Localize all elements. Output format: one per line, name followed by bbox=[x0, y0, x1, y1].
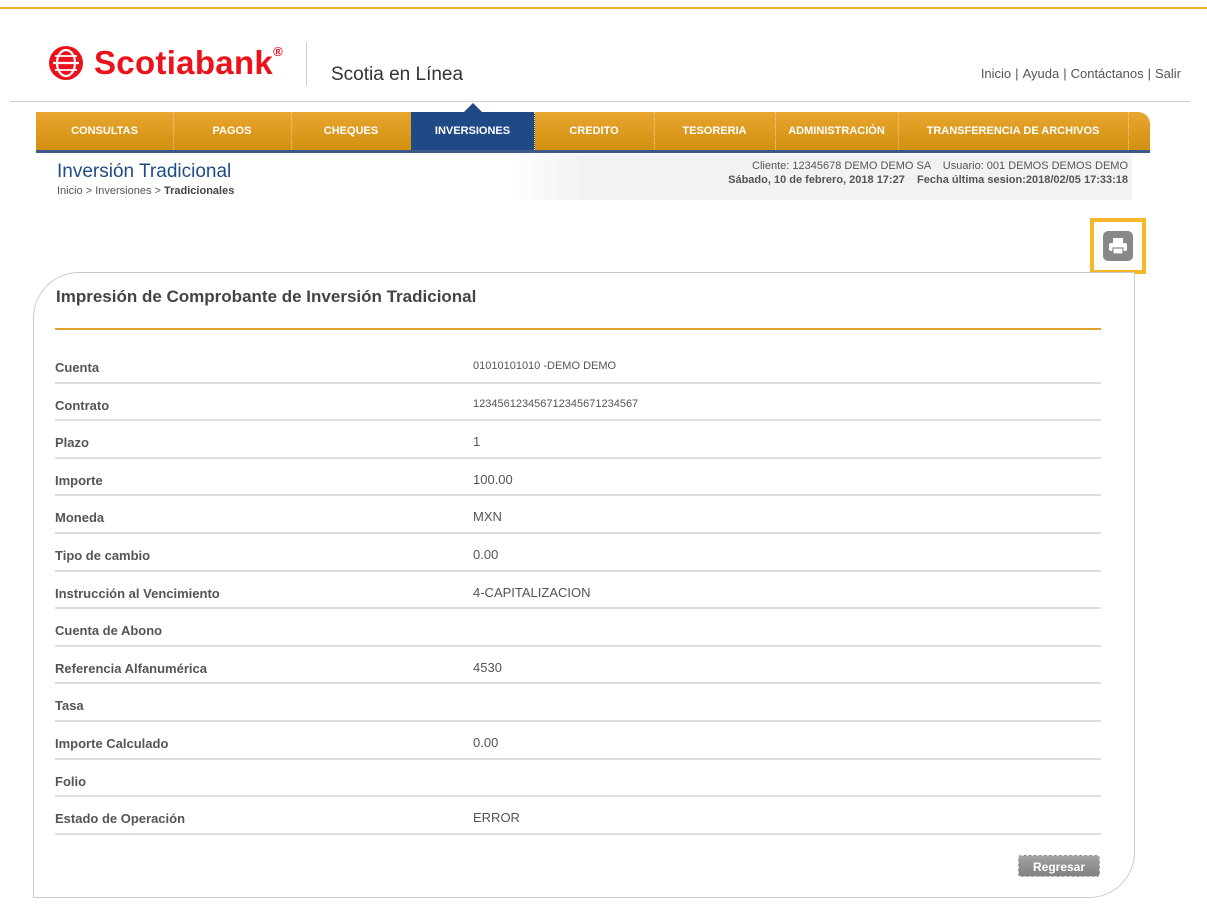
regresar-button[interactable]: Regresar bbox=[1018, 855, 1100, 877]
client-user-info: Cliente: 12345678 DEMO DEMO SA Usuario: … bbox=[752, 160, 1128, 172]
detail-value: 01010101010 -DEMO DEMO bbox=[473, 360, 617, 372]
detail-label: Instrucción al Vencimiento bbox=[55, 585, 220, 601]
detail-label: Estado de Operación bbox=[55, 811, 186, 827]
nav-credito[interactable]: CREDITO bbox=[534, 112, 655, 150]
detail-label: Moneda bbox=[55, 510, 105, 526]
detail-label: Importe Calculado bbox=[55, 735, 169, 751]
detail-label: Tipo de cambio bbox=[55, 547, 151, 563]
detail-row: Importe 100.00 bbox=[55, 459, 1101, 497]
voucher-title-underline bbox=[55, 328, 1101, 330]
nav-transferencia-de-archivos[interactable]: TRANSFERENCIA DE ARCHIVOS bbox=[898, 112, 1129, 150]
detail-row: Referencia Alfanumérica 4530 bbox=[55, 647, 1101, 685]
detail-label: Contrato bbox=[55, 397, 110, 413]
link-contactanos[interactable]: Contáctanos bbox=[1071, 66, 1144, 81]
top-links: Inicio | Ayuda | Contáctanos | Salir bbox=[980, 66, 1181, 81]
voucher-details: Cuenta 01010101010 -DEMO DEMO Contrato 1234… bbox=[55, 346, 1101, 835]
brand-name: Scotiabank® bbox=[94, 44, 283, 81]
link-inicio[interactable]: Inicio bbox=[981, 66, 1011, 81]
detail-row: Contrato 1234561234567123456712345​67 bbox=[55, 384, 1101, 422]
nav-pagos[interactable]: PAGOS bbox=[173, 112, 292, 150]
page-title: Inversión Tradicional bbox=[57, 161, 232, 182]
detail-row: Importe Calculado 0.00 bbox=[55, 722, 1101, 760]
detail-row: Tipo de cambio 0.00 bbox=[55, 534, 1101, 572]
detail-label: Folio bbox=[55, 773, 87, 789]
session-info: Cliente: 12345678 DEMO DEMO SA Usuario: … bbox=[510, 155, 1132, 200]
nav-consultas[interactable]: CONSULTAS bbox=[36, 112, 174, 150]
detail-label: Importe bbox=[55, 472, 103, 488]
nav-administracion[interactable]: ADMINISTRACIÓN bbox=[775, 112, 899, 150]
detail-value: 0.00 bbox=[473, 546, 499, 562]
detail-value: 1234561234567123456712345​67 bbox=[473, 397, 639, 410]
detail-value: 4-CAPITALIZACION bbox=[473, 584, 591, 600]
detail-value: 0.00 bbox=[473, 734, 499, 750]
detail-row: Folio bbox=[55, 760, 1101, 798]
top-accent-line bbox=[0, 7, 1207, 9]
detail-label: Plazo bbox=[55, 435, 89, 451]
date-last-session-info: Sábado, 10 de febrero, 2018 17:27 Fecha … bbox=[728, 174, 1128, 186]
detail-value: 4530 bbox=[473, 659, 502, 675]
detail-row: Moneda MXN bbox=[55, 496, 1101, 534]
app-subtitle: Scotia en Línea bbox=[331, 64, 464, 85]
detail-row: Estado de Operación ERROR bbox=[55, 797, 1101, 835]
voucher-title: Impresión de Comprobante de Inversión Tr… bbox=[56, 287, 477, 306]
detail-value: MXN bbox=[473, 509, 502, 525]
detail-value: 1 bbox=[473, 434, 481, 450]
detail-row: Cuenta de Abono bbox=[55, 609, 1101, 647]
detail-row: Cuenta 01010101010 -DEMO DEMO bbox=[55, 346, 1101, 384]
link-ayuda[interactable]: Ayuda bbox=[1023, 66, 1060, 81]
detail-row: Plazo 1 bbox=[55, 421, 1101, 459]
printer-icon bbox=[1103, 231, 1133, 261]
nav-cheques[interactable]: CHEQUES bbox=[291, 112, 412, 150]
nav-tesoreria[interactable]: TESORERIA bbox=[654, 112, 776, 150]
detail-label: Tasa bbox=[55, 698, 84, 714]
scotiabank-logo[interactable]: Scotiabank® bbox=[48, 44, 283, 82]
breadcrumb-path: Inicio > Inversiones > bbox=[57, 185, 165, 197]
main-nav: CONSULTAS PAGOS CHEQUES INVERSIONES CRED… bbox=[36, 103, 1150, 153]
breadcrumb-current: Tradicionales bbox=[164, 185, 235, 197]
breadcrumb: Inicio > Inversiones > Tradicionales bbox=[57, 185, 234, 197]
logo-divider bbox=[306, 43, 307, 85]
detail-label: Cuenta bbox=[55, 360, 100, 375]
detail-value: 100.00 bbox=[473, 471, 513, 487]
detail-label: Referencia Alfanumérica bbox=[55, 660, 207, 676]
globe-s-logo-icon bbox=[49, 46, 83, 80]
print-button[interactable] bbox=[1090, 218, 1146, 274]
detail-value: ERROR bbox=[473, 810, 520, 826]
voucher-panel: Impresión de Comprobante de Inversión Tr… bbox=[33, 272, 1135, 898]
detail-row: Tasa bbox=[55, 684, 1101, 722]
link-salir[interactable]: Salir bbox=[1155, 66, 1181, 81]
nav-inversiones[interactable]: INVERSIONES bbox=[411, 103, 535, 150]
header-divider bbox=[10, 101, 1190, 102]
detail-row: Instrucción al Vencimiento 4-CAPITALIZACI… bbox=[55, 572, 1101, 610]
detail-label: Cuenta de Abono bbox=[55, 623, 163, 639]
